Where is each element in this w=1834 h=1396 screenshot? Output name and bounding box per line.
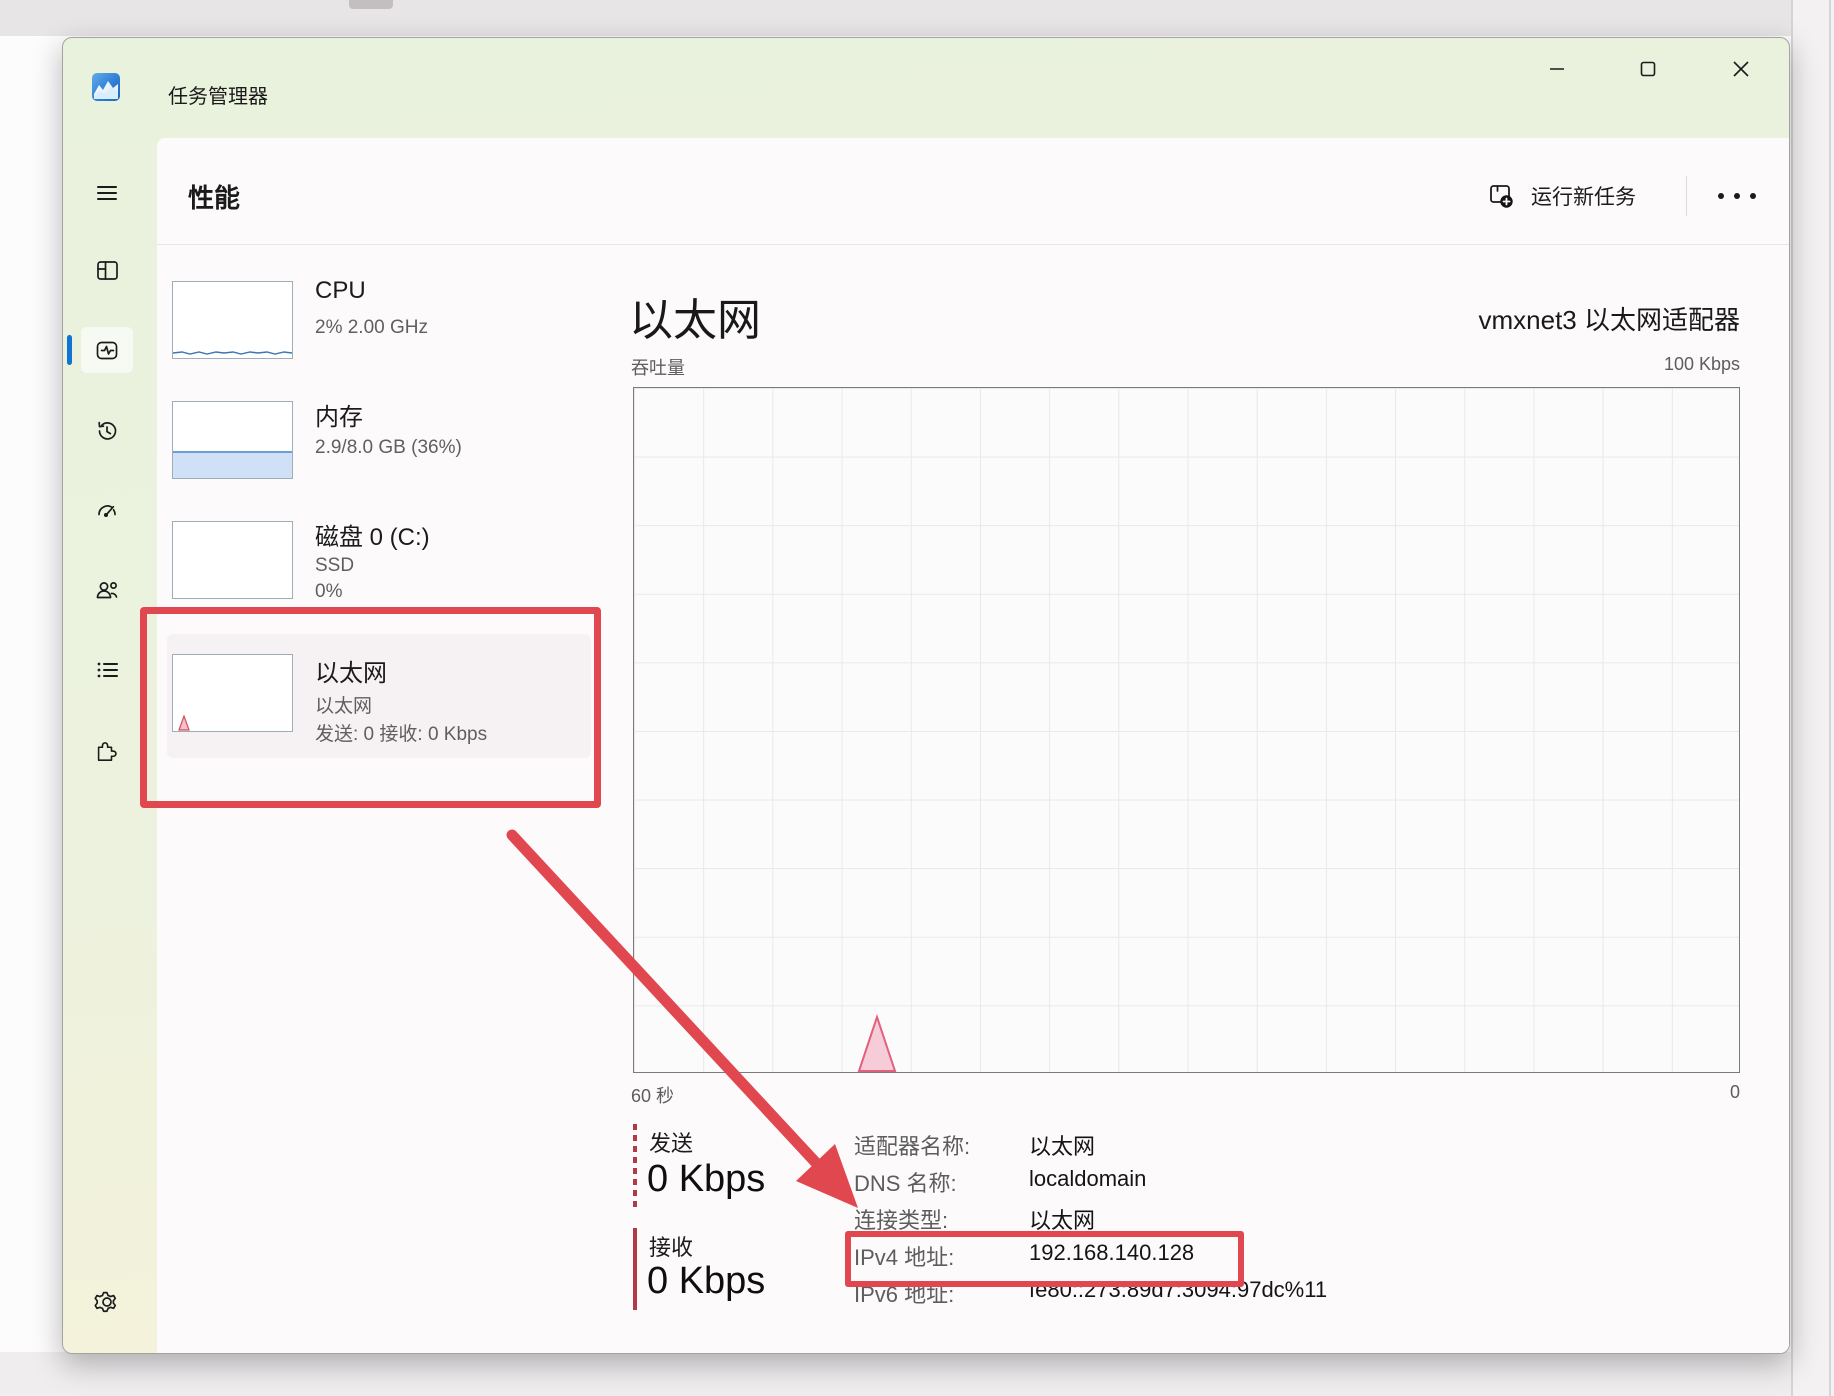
perf-item-subtitle: SSD bbox=[315, 555, 354, 577]
close-icon bbox=[1730, 58, 1752, 80]
maximize-icon bbox=[1637, 58, 1659, 80]
close-button[interactable] bbox=[1718, 50, 1764, 88]
ethernet-mini-chart bbox=[172, 654, 293, 732]
info-label-ipv4: IPv4 地址: bbox=[854, 1240, 954, 1272]
perf-item-title: 磁盘 0 (C:) bbox=[315, 517, 430, 552]
chart-title: 以太网 bbox=[629, 284, 761, 348]
hamburger-menu-icon bbox=[94, 180, 120, 206]
task-manager-window: 任务管理器 性能 bbox=[62, 37, 1790, 1354]
perf-item-title: CPU bbox=[315, 277, 366, 305]
run-new-task-label: 运行新任务 bbox=[1531, 181, 1636, 211]
cpu-mini-chart bbox=[172, 281, 293, 359]
sidebar-item-menu[interactable] bbox=[81, 170, 133, 216]
info-value-adapter: 以太网 bbox=[1029, 1129, 1095, 1161]
window-title: 任务管理器 bbox=[168, 80, 268, 109]
selected-nav-accent-pill bbox=[67, 335, 72, 365]
ellipsis-icon bbox=[1718, 193, 1724, 199]
new-task-icon bbox=[1487, 181, 1517, 211]
adapter-name: vmxnet3 以太网适配器 bbox=[1140, 300, 1740, 337]
send-value: 0 Kbps bbox=[647, 1158, 765, 1201]
minimize-icon bbox=[1546, 58, 1568, 80]
details-icon bbox=[94, 657, 120, 683]
settings-icon bbox=[94, 1289, 120, 1315]
receive-legend-indicator bbox=[633, 1228, 637, 1310]
send-label: 发送 bbox=[649, 1126, 693, 1158]
sidebar-item-details[interactable] bbox=[81, 647, 133, 693]
info-label-adapter: 适配器名称: bbox=[854, 1129, 970, 1161]
startup-apps-icon bbox=[94, 497, 120, 523]
minimize-button[interactable] bbox=[1534, 50, 1580, 88]
info-value-ipv4: 192.168.140.128 bbox=[1029, 1240, 1194, 1266]
page-title: 性能 bbox=[188, 178, 240, 215]
sidebar-item-performance[interactable] bbox=[81, 327, 133, 373]
users-icon bbox=[94, 577, 120, 603]
info-value-ipv6: fe80::273:89d7:3094:97dc%11 bbox=[1029, 1277, 1327, 1303]
toolbar-divider bbox=[1686, 176, 1687, 216]
desktop-right-line bbox=[1829, 0, 1831, 1396]
memory-usage-fill bbox=[173, 451, 292, 478]
perf-item-title: 内存 bbox=[315, 397, 363, 432]
sidebar-item-app-history[interactable] bbox=[81, 408, 133, 454]
title-bar[interactable]: 任务管理器 bbox=[63, 38, 1789, 118]
app-history-icon bbox=[94, 418, 120, 444]
info-label-ipv6: IPv6 地址: bbox=[854, 1277, 954, 1309]
content-panel: 性能 运行新任务 CPU 2% 2.00 GHz bbox=[157, 138, 1789, 1353]
desktop-bottom-band bbox=[0, 1352, 1791, 1396]
sidebar-item-users[interactable] bbox=[81, 567, 133, 613]
info-value-dns: localdomain bbox=[1029, 1166, 1146, 1192]
info-label-dns: DNS 名称: bbox=[854, 1166, 957, 1198]
sidebar-item-startup-apps[interactable] bbox=[81, 487, 133, 533]
maximize-button[interactable] bbox=[1625, 50, 1671, 88]
info-label-connection-type: 连接类型: bbox=[854, 1203, 948, 1235]
memory-mini-chart bbox=[172, 401, 293, 479]
receive-label: 接收 bbox=[649, 1230, 693, 1262]
perf-item-subtitle: 2.9/8.0 GB (36%) bbox=[315, 437, 462, 459]
x-axis-right-label: 0 bbox=[1440, 1082, 1740, 1103]
desktop-background-band bbox=[0, 0, 1834, 36]
send-legend-indicator bbox=[633, 1124, 637, 1208]
services-icon bbox=[94, 739, 120, 765]
perf-item-subtitle2: 发送: 0 接收: 0 Kbps bbox=[315, 719, 487, 746]
receive-value: 0 Kbps bbox=[647, 1260, 765, 1303]
sidebar-item-settings[interactable] bbox=[81, 1279, 133, 1325]
sidebar-item-services[interactable] bbox=[81, 729, 133, 775]
info-value-connection-type: 以太网 bbox=[1029, 1203, 1095, 1235]
perf-item-subtitle2: 0% bbox=[315, 581, 342, 603]
header-divider bbox=[157, 244, 1789, 245]
perf-item-title: 以太网 bbox=[315, 653, 387, 688]
receive-spike bbox=[859, 1017, 895, 1071]
more-options-button[interactable] bbox=[1706, 178, 1768, 214]
perf-item-subtitle: 以太网 bbox=[315, 691, 372, 718]
x-axis-left-label: 60 秒 bbox=[631, 1082, 674, 1108]
perf-item-subtitle: 2% 2.00 GHz bbox=[315, 317, 428, 339]
processes-icon bbox=[94, 257, 120, 283]
disk-mini-chart bbox=[172, 521, 293, 599]
desktop-tab-fragment bbox=[349, 0, 393, 9]
performance-icon bbox=[94, 337, 120, 363]
run-new-task-button[interactable]: 运行新任务 bbox=[1477, 170, 1646, 222]
scale-max-label: 100 Kbps bbox=[1440, 354, 1740, 375]
network-throughput-chart bbox=[633, 387, 1740, 1073]
desktop-right-column bbox=[1791, 0, 1834, 1396]
sidebar-item-processes[interactable] bbox=[81, 247, 133, 293]
task-manager-logo bbox=[92, 73, 120, 101]
throughput-label: 吞吐量 bbox=[631, 354, 685, 380]
